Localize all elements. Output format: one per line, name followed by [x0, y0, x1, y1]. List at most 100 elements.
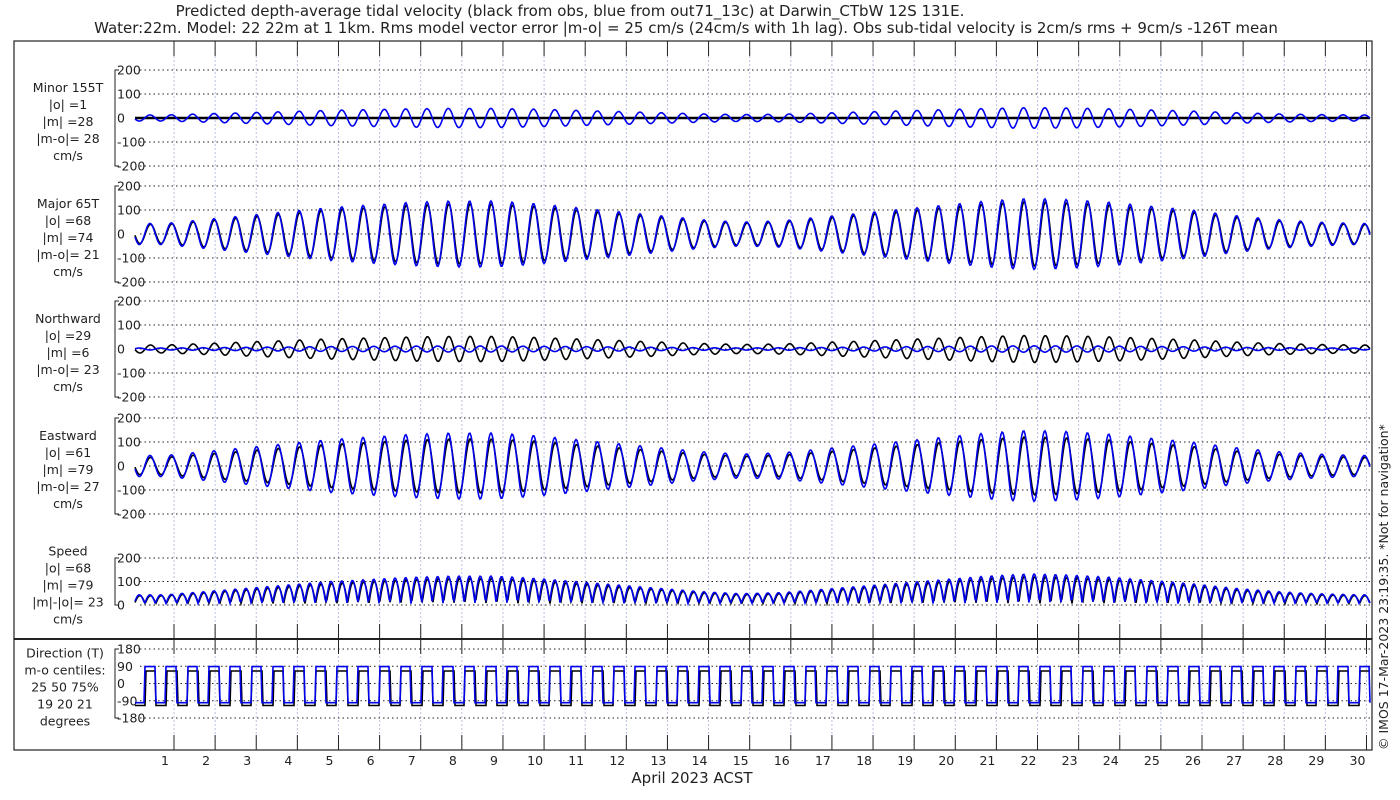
- tidal-velocity-chart: Predicted depth-average tidal velocity (…: [13, 2, 1391, 787]
- panel-label-line: Minor 155T: [33, 80, 104, 95]
- x-tick-label: 16: [774, 753, 790, 768]
- y-tick-label: -200: [117, 390, 145, 405]
- x-tick-label: 8: [449, 753, 457, 768]
- x-tick-label: 28: [1267, 753, 1283, 768]
- x-tick-label: 22: [1021, 753, 1037, 768]
- panel-label-line: Northward: [35, 311, 101, 326]
- y-tick-label: -100: [117, 366, 145, 381]
- panel-label-line: |o| =61: [45, 445, 91, 460]
- panel-label-line: |m| =79: [43, 578, 94, 593]
- panel-label-line: cm/s: [53, 264, 83, 279]
- x-tick-label: 11: [568, 753, 584, 768]
- panel-label-line: |m-o|= 28: [36, 131, 99, 146]
- y-tick-label: 200: [117, 179, 141, 194]
- y-tick-label: 90: [117, 659, 133, 674]
- panel-label-line: |o| =29: [45, 328, 91, 343]
- panel-major: 200 100 0 -100 -200 Major 65T |o| =68 |m| =74 |m…: [36, 179, 1371, 290]
- x-tick-label: 21: [979, 753, 995, 768]
- panel-speed: 200 100 0 Speed |o| =68 |m| =79 |m|-|o|= 23 cm/…: [32, 544, 1371, 627]
- panel-label-line: cm/s: [53, 612, 83, 627]
- y-tick-label: 0: [117, 459, 125, 474]
- panel-label-line: Speed: [48, 544, 87, 559]
- copyright-notice: © IMOS 17-Mar-2023 23:19:35. *Not for na…: [1376, 424, 1391, 750]
- y-tick-label: 200: [117, 294, 141, 309]
- panel-label-line: |m-o|= 27: [36, 479, 99, 494]
- chart-title-line2: Water:22m. Model: 22 22m at 1 1km. Rms m…: [94, 19, 1278, 37]
- speed-model-line: [134, 572, 1371, 607]
- y-tick-label: -100: [117, 251, 145, 266]
- y-tick-label: -90: [117, 693, 137, 708]
- panel-label-line: |m| =28: [43, 114, 94, 129]
- x-tick-label: 20: [938, 753, 954, 768]
- y-tick-label: -200: [117, 507, 145, 522]
- x-axis: 1 2 3 4 5 6 7 8 9 10 11 12 13 14 15 16 17 18 19 20 21 22 23 24 2…: [161, 41, 1367, 768]
- panel-label-line: |m-o|= 21: [36, 247, 99, 262]
- x-tick-label: 12: [609, 753, 625, 768]
- y-tick-label: 0: [117, 342, 125, 357]
- panel-label-line: |m| =74: [43, 230, 94, 245]
- x-axis-label: April 2023 ACST: [631, 769, 753, 787]
- upper-frame: [13, 40, 1373, 640]
- x-tick-label: 2: [202, 753, 210, 768]
- y-tick-label: 100: [117, 87, 141, 102]
- panel-label-line: 25 50 75%: [31, 680, 99, 695]
- panel-label-line: |m| =6: [47, 345, 90, 360]
- x-tick-label: 10: [527, 753, 543, 768]
- x-tick-label: 6: [367, 753, 375, 768]
- y-tick-label: 200: [117, 411, 141, 426]
- panel-minor: 200 100 0 -100 -200 Minor 155T |o| =1 |m| =28 |m…: [33, 63, 1371, 174]
- x-tick-label: 30: [1350, 753, 1366, 768]
- x-tick-label: 5: [326, 753, 334, 768]
- panel-label-line: cm/s: [53, 379, 83, 394]
- y-tick-label: 100: [117, 435, 141, 450]
- y-tick-label: -180: [117, 711, 145, 726]
- x-tick-label: 25: [1144, 753, 1160, 768]
- panel-label-line: |m| =79: [43, 462, 94, 477]
- y-tick-label: 0: [117, 676, 125, 691]
- panel-label-line: |o| =68: [45, 213, 91, 228]
- x-tick-label: 15: [733, 753, 749, 768]
- y-tick-label: -100: [117, 483, 145, 498]
- x-tick-label: 9: [490, 753, 498, 768]
- x-tick-label: 1: [161, 753, 169, 768]
- y-tick-label: -100: [117, 135, 145, 150]
- panel-north: 200 100 0 -100 -200 Northward |o| =29 |m| =6 |m-…: [35, 294, 1371, 405]
- panel-direction: 180 90 0 -90 -180 Direction (T) m-o centiles: 2…: [24, 642, 1371, 729]
- y-tick-label: 180: [117, 642, 141, 657]
- y-tick-label: -200: [117, 275, 145, 290]
- x-tick-label: 7: [408, 753, 416, 768]
- y-tick-label: 0: [117, 598, 125, 613]
- panel-label-line: cm/s: [53, 148, 83, 163]
- panel-label-line: 19 20 21: [37, 697, 93, 712]
- panel-label-line: |o| =1: [49, 97, 87, 112]
- grid-layer: [173, 48, 1367, 750]
- panel-label-line: |o| =68: [45, 561, 91, 576]
- y-tick-label: 200: [117, 551, 141, 566]
- x-tick-label: 29: [1308, 753, 1324, 768]
- y-tick-label: 200: [117, 63, 141, 78]
- y-tick-label: -200: [117, 159, 145, 174]
- x-tick-label: 26: [1185, 753, 1201, 768]
- panel-label-line: cm/s: [53, 496, 83, 511]
- panel-east: 200 100 0 -100 -200 Eastward |o| =61 |m| =79 |m-…: [36, 411, 1371, 522]
- y-tick-label: 0: [117, 111, 125, 126]
- x-tick-label: 23: [1062, 753, 1078, 768]
- x-tick-label: 27: [1226, 753, 1242, 768]
- x-tick-label: 24: [1103, 753, 1119, 768]
- direction-frame: [13, 638, 1373, 751]
- panel-label-line: Direction (T): [26, 646, 104, 661]
- x-tick-label: 3: [243, 753, 251, 768]
- x-tick-label: 18: [856, 753, 872, 768]
- y-tick-label: 0: [117, 227, 125, 242]
- x-tick-label: 17: [815, 753, 831, 768]
- y-tick-label: 100: [117, 203, 141, 218]
- x-tick-label: 13: [650, 753, 666, 768]
- x-tick-label: 14: [692, 753, 708, 768]
- panels-layer: 200 100 0 -100 -200 Minor 155T |o| =1 |m| =28 |m…: [24, 63, 1371, 729]
- y-tick-label: 100: [117, 318, 141, 333]
- panel-label-line: m-o centiles:: [24, 663, 105, 678]
- x-tick-label: 4: [284, 753, 292, 768]
- panel-label-line: |m-o|= 23: [36, 362, 99, 377]
- panel-label-line: Eastward: [39, 428, 97, 443]
- panel-label-line: degrees: [40, 714, 90, 729]
